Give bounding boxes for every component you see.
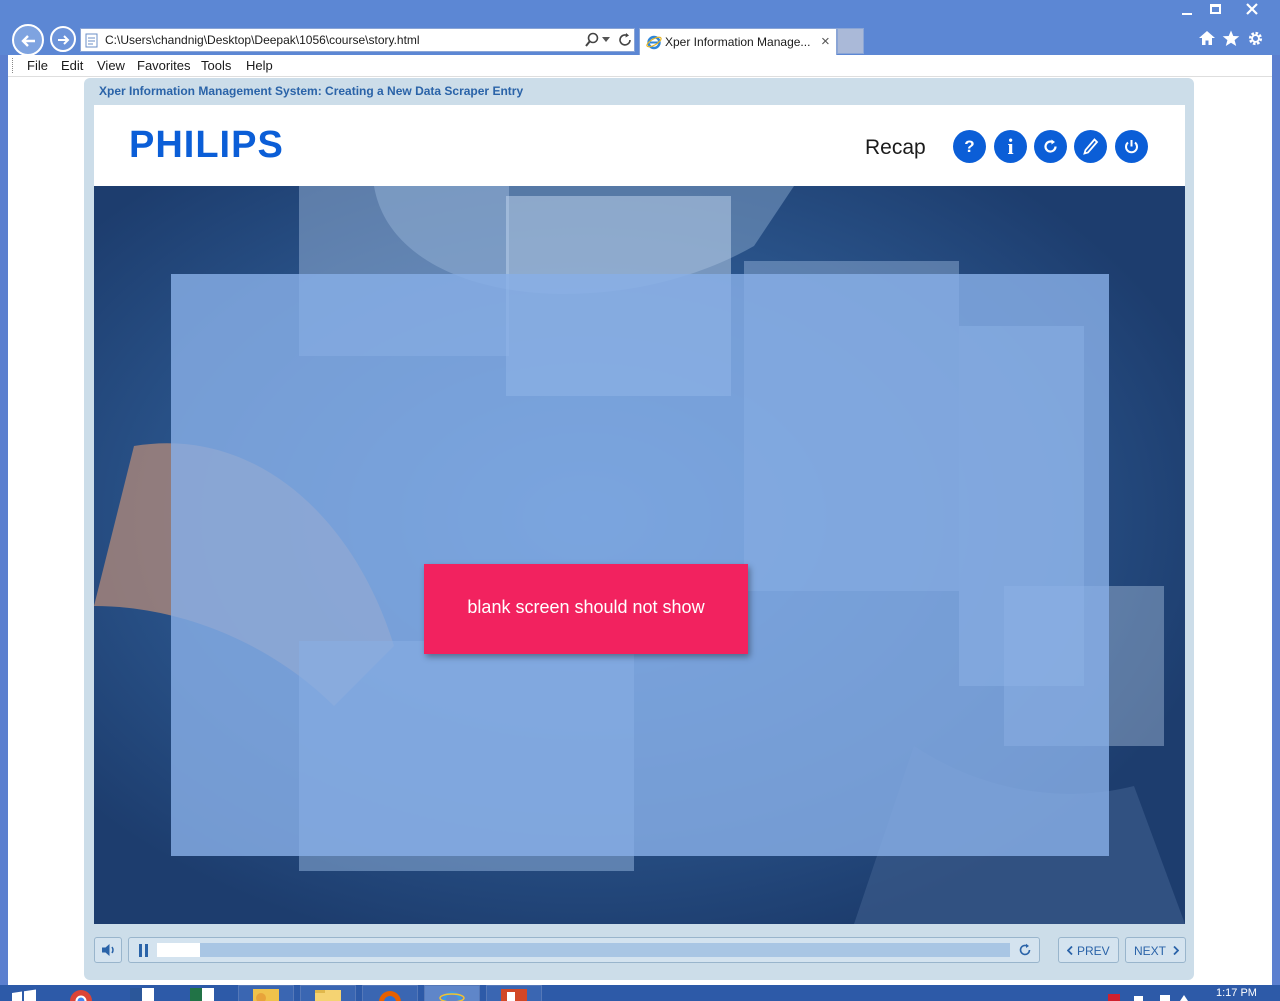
firefox-icon xyxy=(379,991,401,1001)
home-icon[interactable] xyxy=(1198,30,1216,46)
edit-button[interactable] xyxy=(1074,130,1107,163)
tab-close-button[interactable]: × xyxy=(821,33,830,50)
outlook-icon xyxy=(253,989,279,1001)
new-tab-button[interactable] xyxy=(837,28,864,54)
arrow-left-icon xyxy=(21,35,35,47)
word-icon xyxy=(130,988,154,1001)
address-text[interactable]: C:\Users\chandnig\Desktop\Deepak\1056\co… xyxy=(105,33,420,47)
menu-grip xyxy=(12,58,13,73)
help-label: ? xyxy=(964,137,975,156)
dropdown-arrow-icon[interactable] xyxy=(602,37,610,43)
ie-icon xyxy=(646,35,662,50)
ie-icon xyxy=(439,991,465,1001)
excel-icon xyxy=(190,988,214,1001)
philips-logo: PHILIPS xyxy=(129,124,284,166)
favorites-star-icon[interactable] xyxy=(1222,30,1240,47)
system-tray-icons[interactable] xyxy=(1108,994,1188,1001)
menu-help[interactable]: Help xyxy=(246,58,273,73)
close-window-button[interactable] xyxy=(1245,1,1259,21)
next-button[interactable]: NEXT xyxy=(1125,937,1186,963)
taskbar-internet-explorer[interactable] xyxy=(424,985,480,1001)
chrome-icon xyxy=(70,990,92,1001)
refresh-icon xyxy=(1044,139,1057,153)
menu-favorites[interactable]: Favorites xyxy=(137,58,190,73)
back-button[interactable] xyxy=(12,24,44,56)
help-button[interactable]: ? xyxy=(953,130,986,163)
menu-view[interactable]: View xyxy=(97,58,125,73)
info-button[interactable]: i xyxy=(994,130,1027,163)
windows-start-icon[interactable] xyxy=(10,989,38,1001)
powerpoint-icon xyxy=(501,989,527,1001)
taskbar-excel[interactable] xyxy=(176,985,232,1001)
taskbar-file-explorer[interactable] xyxy=(300,985,356,1001)
replay-icon[interactable] xyxy=(1018,943,1032,957)
gear-icon[interactable] xyxy=(1247,30,1264,47)
taskbar-outlook[interactable] xyxy=(238,985,294,1001)
alert-text: blank screen should not show xyxy=(467,597,705,617)
browser-tab[interactable]: Xper Information Manage... × xyxy=(639,28,837,55)
exit-button[interactable] xyxy=(1115,130,1148,163)
seekbar-progress xyxy=(157,943,200,957)
menu-tools[interactable]: Tools xyxy=(201,58,231,73)
menu-bar: File Edit View Favorites Tools Help xyxy=(8,55,1272,77)
taskbar-clock[interactable]: 1:17 PM xyxy=(1216,987,1257,999)
maximize-button[interactable] xyxy=(1210,4,1221,14)
info-label: i xyxy=(1007,134,1014,159)
minimize-button[interactable] xyxy=(1182,2,1192,18)
section-title: Recap xyxy=(865,136,926,159)
refresh-icon[interactable] xyxy=(617,32,633,48)
search-icon[interactable] xyxy=(584,32,600,48)
page-icon xyxy=(85,33,98,48)
tab-title: Xper Information Manage... xyxy=(665,35,811,49)
pencil-icon xyxy=(1083,138,1099,155)
forward-button[interactable] xyxy=(50,26,76,52)
power-icon xyxy=(1125,140,1138,154)
volume-button[interactable] xyxy=(94,937,122,963)
slide-stage: blank screen should not show xyxy=(94,186,1185,924)
next-label: NEXT xyxy=(1134,944,1167,958)
minimize-icon xyxy=(1182,13,1192,15)
taskbar-powerpoint[interactable] xyxy=(486,985,542,1001)
taskbar-word[interactable] xyxy=(116,985,172,1001)
close-icon xyxy=(1246,3,1258,15)
alert-callout: blank screen should not show xyxy=(424,564,748,654)
replay-button[interactable] xyxy=(1034,130,1067,163)
prev-label: PREV xyxy=(1077,944,1110,958)
arrow-right-icon xyxy=(58,35,70,45)
prev-button[interactable]: PREV xyxy=(1058,937,1119,963)
chevron-right-icon xyxy=(1173,946,1179,955)
windows-taskbar: 1:17 PM xyxy=(0,985,1280,1001)
menu-edit[interactable]: Edit xyxy=(61,58,83,73)
seekbar[interactable] xyxy=(157,943,1010,957)
speaker-icon xyxy=(102,944,114,956)
taskbar-firefox[interactable] xyxy=(362,985,418,1001)
chevron-left-icon xyxy=(1067,946,1073,955)
seekbar-container xyxy=(128,937,1040,963)
course-title: Xper Information Management System: Crea… xyxy=(99,84,524,98)
address-bar[interactable]: C:\Users\chandnig\Desktop\Deepak\1056\co… xyxy=(80,28,635,52)
pause-icon[interactable] xyxy=(139,944,149,957)
folder-icon xyxy=(315,990,341,1001)
taskbar-chrome[interactable] xyxy=(54,985,110,1001)
menu-file[interactable]: File xyxy=(27,58,48,73)
